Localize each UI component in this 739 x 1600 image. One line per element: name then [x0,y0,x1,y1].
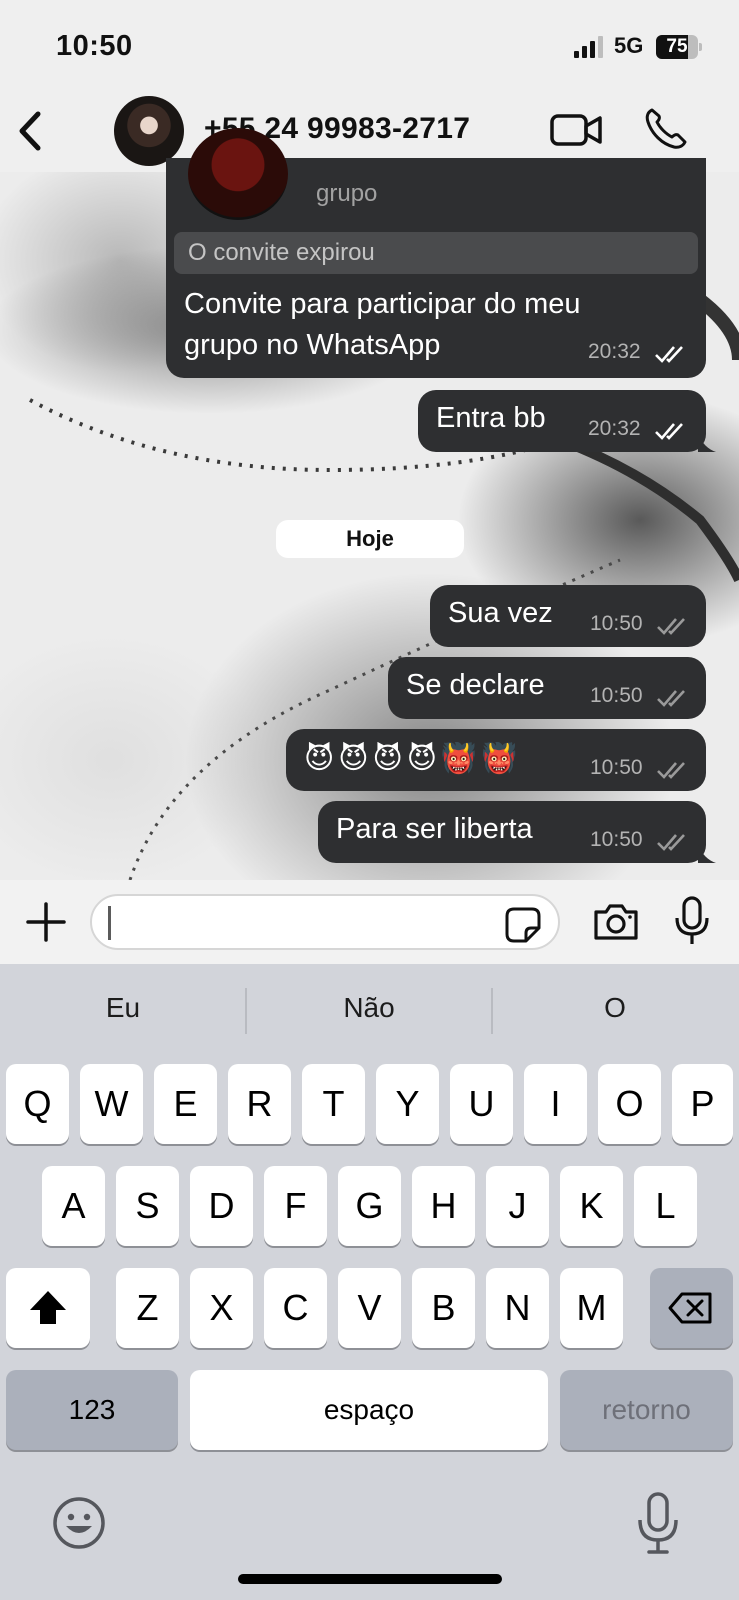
key-x[interactable]: X [190,1268,253,1348]
sticker-icon[interactable] [504,906,542,944]
video-call-icon[interactable] [550,108,602,152]
key-z[interactable]: Z [116,1268,179,1348]
emoji-icon[interactable] [52,1496,106,1550]
key-l[interactable]: L [634,1166,697,1246]
text-cursor [108,906,111,940]
phone-call-icon[interactable] [644,106,688,150]
suggestion-bar: Eu Não O [0,964,739,1060]
key-s[interactable]: S [116,1166,179,1246]
read-ticks-icon [655,346,683,363]
bubble-tail [698,845,716,863]
message-time: 20:32 [588,417,641,440]
suggestion-item[interactable]: Eu [0,992,246,1024]
message-text: Sua vez [448,597,553,629]
key-k[interactable]: K [560,1166,623,1246]
invite-text: Convite para participar do meu grupo no … [184,288,581,361]
key-v[interactable]: V [338,1268,401,1348]
backspace-icon [668,1292,712,1324]
message-time: 10:50 [590,756,643,779]
attach-plus-icon[interactable] [24,900,68,944]
date-separator: Hoje [276,520,464,558]
message-input[interactable] [90,894,560,950]
dictation-mic-icon[interactable] [636,1492,680,1554]
message-time: 10:50 [590,828,643,851]
key-f[interactable]: F [264,1166,327,1246]
delivered-ticks-icon [657,618,685,635]
key-h[interactable]: H [412,1166,475,1246]
key-i[interactable]: I [524,1064,587,1144]
suggestion-item[interactable]: O [492,992,738,1024]
numbers-key[interactable]: 123 [6,1370,178,1450]
message-bubble[interactable]: 😈😈😈😈👹👹 10:50 [286,729,706,791]
message-text: Se declare [406,669,545,701]
delivered-ticks-icon [657,690,685,707]
key-a[interactable]: A [42,1166,105,1246]
key-o[interactable]: O [598,1064,661,1144]
keyboard: Eu Não O Q W E R T Y U I O P A S D F G H… [0,964,739,1600]
key-w[interactable]: W [80,1064,143,1144]
network-type: 5G [614,33,644,58]
key-t[interactable]: T [302,1064,365,1144]
key-b[interactable]: B [412,1268,475,1348]
signal-icon [574,36,603,58]
status-time: 10:50 [56,30,133,62]
back-button[interactable] [14,108,48,154]
group-invite-message[interactable]: grupo O convite expirou Convite para par… [166,128,706,378]
key-m[interactable]: M [560,1268,623,1348]
message-bubble[interactable]: Sua vez 10:50 [430,585,706,647]
message-input-bar [0,880,739,964]
message-text: 😈😈😈😈👹👹 [304,741,522,775]
space-key[interactable]: espaço [190,1370,548,1450]
message-bubble[interactable]: Entra bb 20:32 [418,390,716,452]
message-text: Entra bb [436,402,546,434]
key-n[interactable]: N [486,1268,549,1348]
message-time: 10:50 [590,684,643,707]
camera-icon[interactable] [592,902,640,942]
message-time: 20:32 [588,340,641,363]
key-j[interactable]: J [486,1166,549,1246]
invite-group-label: grupo [316,180,378,207]
read-ticks-icon [655,423,683,440]
key-u[interactable]: U [450,1064,513,1144]
message-time: 10:50 [590,612,643,635]
battery-icon: 75 [656,35,702,59]
key-e[interactable]: E [154,1064,217,1144]
key-p[interactable]: P [672,1064,733,1144]
group-avatar [188,128,288,220]
shift-icon [30,1291,66,1324]
avatar[interactable] [114,96,184,166]
home-indicator[interactable] [238,1574,502,1584]
backspace-key[interactable] [650,1268,733,1348]
shift-key[interactable] [6,1268,90,1348]
battery-percent: 75 [666,36,688,57]
return-key[interactable]: retorno [560,1370,733,1450]
message-bubble[interactable]: Se declare 10:50 [388,657,706,719]
key-r[interactable]: R [228,1064,291,1144]
key-d[interactable]: D [190,1166,253,1246]
message-bubble[interactable]: Para ser liberta 10:50 [318,801,716,863]
message-text: Para ser liberta [336,813,533,845]
microphone-icon[interactable] [674,896,710,946]
key-q[interactable]: Q [6,1064,69,1144]
key-g[interactable]: G [338,1166,401,1246]
bubble-tail [698,434,716,452]
suggestion-item[interactable]: Não [246,992,492,1024]
key-c[interactable]: C [264,1268,327,1348]
key-y[interactable]: Y [376,1064,439,1144]
invite-expired-banner: O convite expirou [174,232,698,274]
delivered-ticks-icon [657,762,685,779]
delivered-ticks-icon [657,834,685,851]
status-bar: 10:50 5G 75 [0,0,739,90]
